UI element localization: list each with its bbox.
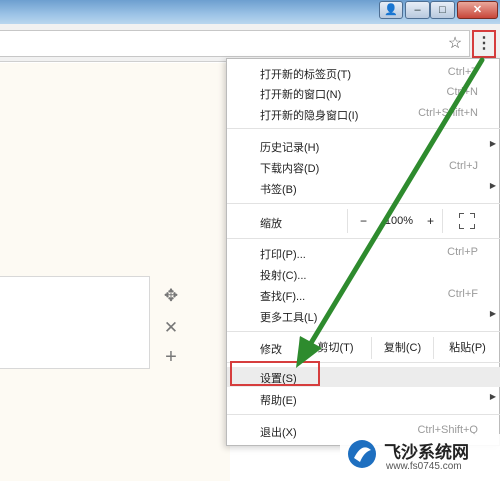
watermark: 飞沙系统网 www.fs0745.com: [340, 434, 500, 481]
menu-item-label: 退出(X): [260, 427, 297, 439]
menu-item-shortcut: Ctrl+N: [446, 86, 478, 98]
menu-divider: [227, 414, 500, 415]
remove-icon[interactable]: ✕: [161, 318, 181, 338]
zoom-row: 缩放 − 100% +: [227, 209, 500, 233]
menu-item-new-tab[interactable]: 打开新的标签页(T) Ctrl+T: [227, 63, 500, 83]
submenu-arrow-icon: ▶: [489, 392, 496, 401]
submenu-arrow-icon: ▶: [489, 181, 496, 190]
menu-item-print[interactable]: 打印(P)... Ctrl+P: [227, 243, 500, 263]
menu-item-label: 打开新的窗口(N): [260, 89, 342, 101]
browser-toolbar: [0, 24, 500, 62]
menu-divider: [227, 203, 500, 204]
submenu-arrow-icon: ▶: [489, 309, 496, 318]
watermark-title: 飞沙系统网: [384, 443, 469, 462]
menu-item-label: 更多工具(L): [260, 312, 318, 324]
site-logo-icon: [348, 440, 376, 468]
menu-item-label: 投射(C)...: [260, 270, 307, 282]
menu-item-label: 历史记录(H): [260, 142, 320, 154]
minimize-button[interactable]: –: [405, 1, 430, 19]
menu-item-cast[interactable]: 投射(C)...: [227, 264, 500, 284]
menu-item-history[interactable]: 历史记录(H) ▶: [227, 136, 500, 156]
copy-button[interactable]: 复制(C): [371, 337, 433, 359]
menu-item-more-tools[interactable]: 更多工具(L) ▶: [227, 306, 500, 326]
menu-item-label: 帮助(E): [260, 395, 297, 407]
move-icon[interactable]: ✥: [161, 286, 181, 306]
fullscreen-icon[interactable]: [459, 213, 475, 229]
browser-menu-button[interactable]: ⋮: [472, 30, 496, 58]
content-panel: [0, 276, 150, 369]
menu-item-help[interactable]: 帮助(E) ▶: [227, 389, 500, 409]
menu-item-label: 查找(F)...: [260, 291, 306, 303]
menu-item-shortcut: Ctrl+Shift+N: [418, 107, 478, 119]
menu-divider: [227, 238, 500, 239]
add-icon[interactable]: +: [161, 347, 181, 367]
menu-item-shortcut: Ctrl+P: [447, 246, 478, 258]
menu-item-label: 书签(B): [260, 184, 297, 196]
submenu-arrow-icon: ▶: [489, 139, 496, 148]
watermark-url: www.fs0745.com: [386, 461, 462, 472]
menu-item-label: 打印(P)...: [260, 249, 306, 261]
zoom-level: 100%: [384, 215, 414, 227]
menu-item-find[interactable]: 查找(F)... Ctrl+F: [227, 285, 500, 305]
menu-item-label: 下载内容(D): [260, 163, 320, 175]
maximize-button[interactable]: □: [430, 1, 455, 19]
menu-item-incognito[interactable]: 打开新的隐身窗口(I) Ctrl+Shift+N: [227, 104, 500, 124]
address-bar[interactable]: [0, 30, 470, 57]
menu-item-shortcut: Ctrl+J: [448, 160, 478, 172]
edit-row: 修改 剪切(T) 复制(C) 粘贴(P): [227, 337, 500, 359]
edit-label: 修改: [260, 344, 282, 356]
zoom-in-button[interactable]: +: [419, 209, 443, 233]
bookmark-star-icon[interactable]: ☆: [446, 35, 464, 53]
menu-item-label: 打开新的标签页(T): [260, 69, 352, 81]
window-title-bar: 👤 – □ ✕: [0, 0, 500, 24]
zoom-label: 缩放: [260, 218, 282, 230]
zoom-out-button[interactable]: −: [347, 209, 379, 233]
close-button[interactable]: ✕: [457, 1, 498, 19]
browser-dropdown-menu: 打开新的标签页(T) Ctrl+T 打开新的窗口(N) Ctrl+N 打开新的隐…: [226, 58, 500, 446]
menu-item-bookmarks[interactable]: 书签(B) ▶: [227, 178, 500, 198]
menu-divider: [227, 128, 500, 129]
cut-button[interactable]: 剪切(T): [299, 337, 371, 359]
menu-item-label: 打开新的隐身窗口(I): [260, 110, 359, 122]
menu-item-shortcut: Ctrl+F: [447, 288, 478, 300]
settings-highlight-box: [230, 361, 320, 386]
menu-divider: [227, 331, 500, 332]
menu-item-shortcut: Ctrl+T: [447, 66, 478, 78]
menu-item-downloads[interactable]: 下载内容(D) Ctrl+J: [227, 157, 500, 177]
paste-button[interactable]: 粘贴(P): [433, 337, 500, 359]
menu-item-new-window[interactable]: 打开新的窗口(N) Ctrl+N: [227, 83, 500, 103]
user-profile-icon[interactable]: 👤: [379, 1, 403, 19]
